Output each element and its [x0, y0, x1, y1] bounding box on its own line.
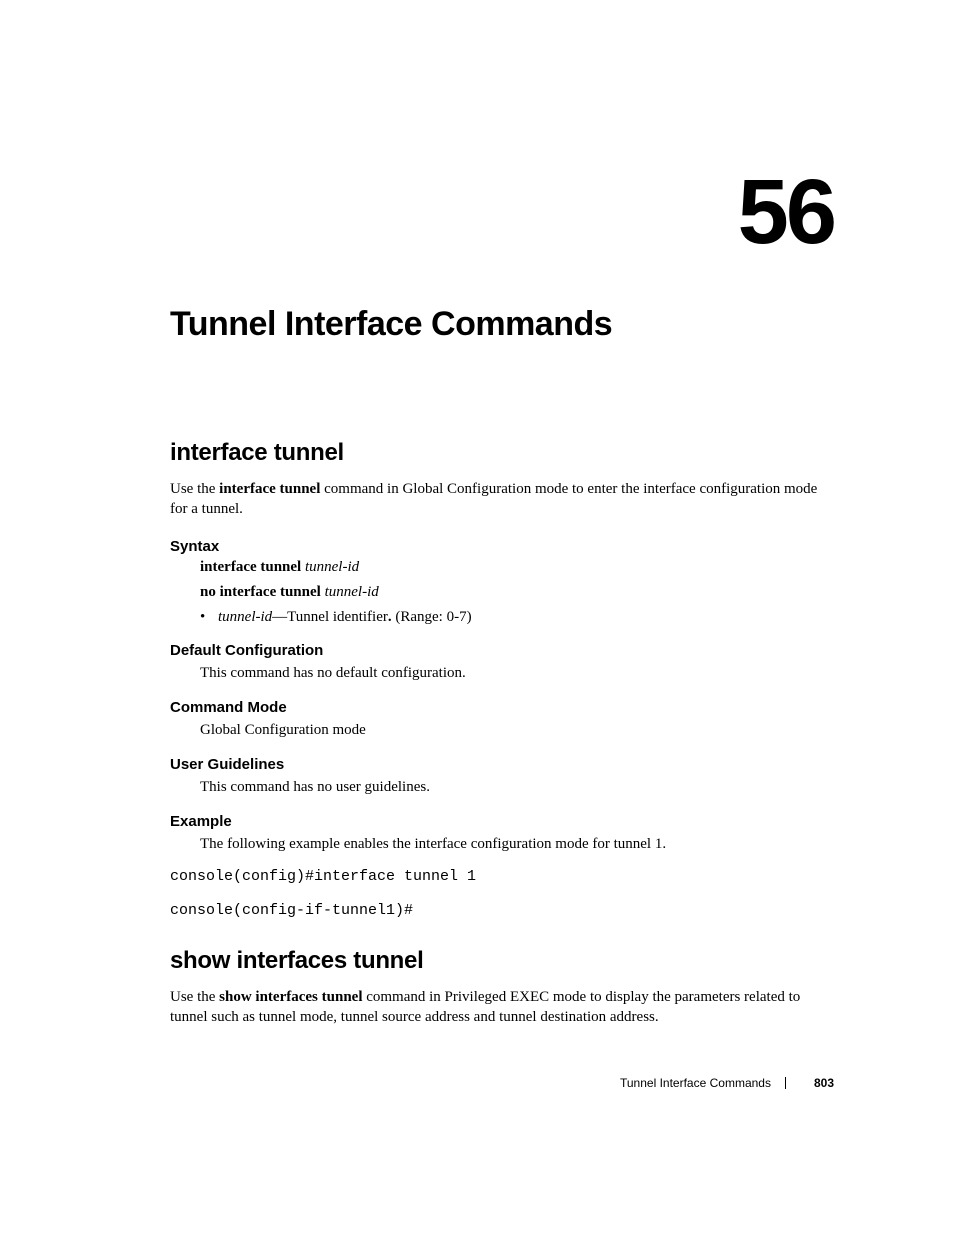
- default-config-heading: Default Configuration: [170, 642, 834, 659]
- section-show-interfaces-tunnel-title: show interfaces tunnel: [170, 947, 834, 975]
- section1-intro: Use the interface tunnel command in Glob…: [170, 479, 834, 520]
- user-guidelines-body: This command has no user guidelines.: [170, 777, 834, 797]
- chapter-number: 56: [170, 160, 834, 265]
- section-interface-tunnel-title: interface tunnel: [170, 439, 834, 467]
- example-body: The following example enables the interf…: [170, 834, 834, 854]
- example-code-1: console(config)#interface tunnel 1: [170, 865, 834, 889]
- page-footer: Tunnel Interface Commands 803: [620, 1076, 834, 1090]
- example-code-2: console(config-if-tunnel1)#: [170, 899, 834, 923]
- command-mode-body: Global Configuration mode: [170, 720, 834, 740]
- syntax-line-1: interface tunnel tunnel-id: [200, 559, 834, 576]
- syntax-block: interface tunnel tunnel-id no interface …: [170, 559, 834, 626]
- page-content: 56 Tunnel Interface Commands interface t…: [0, 0, 954, 1027]
- footer-separator: [785, 1077, 786, 1089]
- chapter-title: Tunnel Interface Commands: [170, 305, 834, 344]
- footer-page-number: 803: [814, 1076, 834, 1090]
- command-mode-heading: Command Mode: [170, 699, 834, 716]
- footer-section-label: Tunnel Interface Commands: [620, 1076, 771, 1090]
- default-config-body: This command has no default configuratio…: [170, 663, 834, 683]
- bullet-icon: •: [200, 609, 218, 626]
- syntax-heading: Syntax: [170, 538, 834, 555]
- example-heading: Example: [170, 813, 834, 830]
- syntax-bullet: • tunnel-id—Tunnel identifier. (Range: 0…: [200, 609, 834, 626]
- syntax-line-2: no interface tunnel tunnel-id: [200, 584, 834, 601]
- section2-intro: Use the show interfaces tunnel command i…: [170, 987, 834, 1028]
- user-guidelines-heading: User Guidelines: [170, 756, 834, 773]
